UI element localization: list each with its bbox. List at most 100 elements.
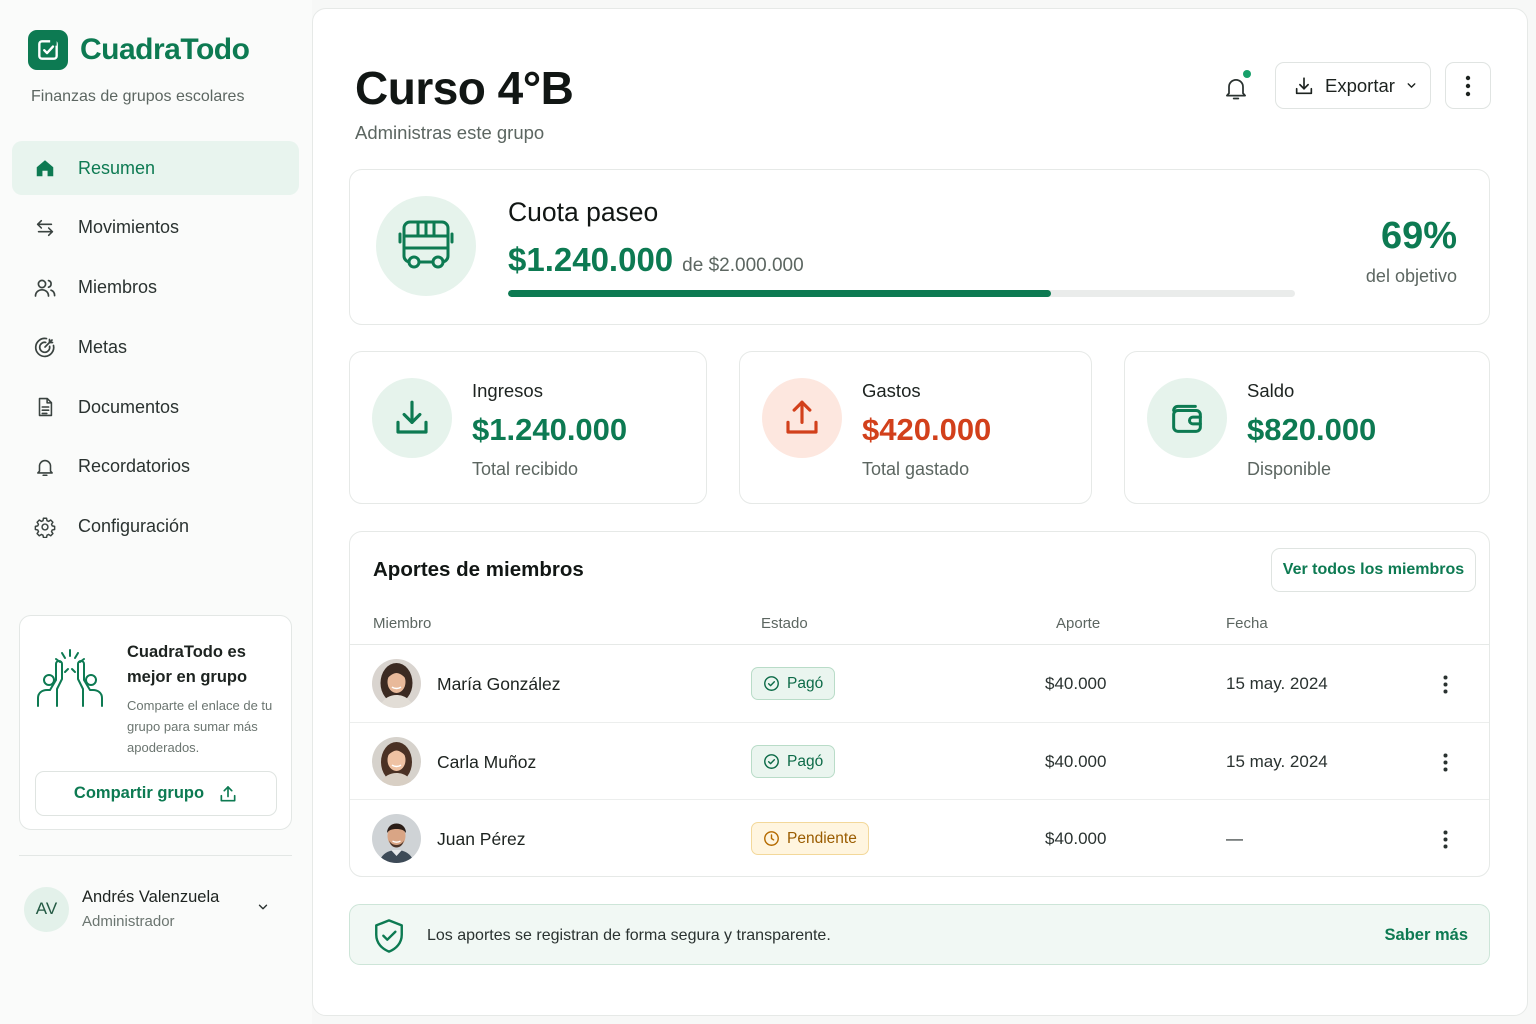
contribution-amount: $40.000: [1045, 674, 1107, 693]
status-badge: Pagó: [751, 745, 836, 778]
contribution-date: —: [1226, 829, 1243, 848]
contribution-amount: $40.000: [1045, 829, 1107, 848]
page-subtitle: Administras este grupo: [355, 122, 545, 143]
user-role: Administrador: [82, 913, 175, 930]
contribution-date: 15 may. 2024: [1226, 674, 1328, 693]
sidebar-item-movimientos[interactable]: Movimientos: [12, 201, 299, 255]
high-five-illustration-icon: [34, 646, 106, 708]
more-vertical-icon: [1465, 75, 1471, 97]
goal-title: Cuota paseo: [508, 197, 659, 227]
stat-sub: Total gastado: [862, 459, 970, 479]
user-name: Andrés Valenzuela: [82, 888, 220, 906]
promo-title: CuadraTodo es mejor en grupo: [127, 643, 248, 686]
stat-value: $420.000: [862, 412, 992, 447]
shield-check-icon: [372, 917, 406, 955]
member-name: Carla Muñoz: [437, 752, 537, 772]
avatar: AV: [24, 886, 69, 932]
notifications-button[interactable]: [1218, 70, 1254, 106]
download-icon: [372, 378, 452, 458]
more-options-button[interactable]: [1445, 62, 1491, 109]
user-account-menu[interactable]: AV Andrés Valenzuela Administrador: [24, 884, 284, 934]
contribution-date: 15 may. 2024: [1226, 752, 1328, 771]
table-row: Carla Muñoz Pagó $40.000 15 may. 2024: [350, 722, 1489, 799]
stat-label: Gastos: [862, 380, 921, 401]
balance-card: Saldo $820.000 Disponible: [1124, 351, 1490, 504]
sidebar-item-metas[interactable]: Metas: [12, 320, 299, 374]
view-all-members-button[interactable]: Ver todos los miembros: [1271, 548, 1476, 592]
share-promo-card: CuadraTodo es mejor en grupo Comparte el…: [19, 615, 292, 830]
download-icon: [1293, 75, 1315, 97]
clock-icon: [763, 830, 780, 847]
sidebar-item-configuracion[interactable]: Configuración: [12, 500, 299, 554]
sidebar-item-label: Metas: [78, 336, 128, 357]
more-vertical-icon: [1443, 753, 1448, 772]
promo-text: Comparte el enlace de tu grupo para suma…: [127, 698, 273, 755]
column-header-date: Fecha: [1226, 615, 1268, 632]
avatar: [372, 814, 421, 863]
more-vertical-icon: [1443, 675, 1448, 694]
security-info-banner: Los aportes se registran de forma segura…: [349, 904, 1490, 965]
member-name: María González: [437, 674, 561, 694]
export-label: Exportar: [1325, 74, 1395, 96]
column-header-status: Estado: [761, 615, 808, 632]
status-label: Pendiente: [787, 829, 857, 847]
sidebar-item-documentos[interactable]: Documentos: [12, 380, 299, 434]
export-button[interactable]: Exportar: [1275, 62, 1431, 109]
goal-amount-row: $1.240.000 de $2.000.000: [508, 241, 804, 279]
status-badge: Pendiente: [751, 822, 869, 855]
status-badge: Pagó: [751, 667, 836, 700]
sidebar-item-miembros[interactable]: Miembros: [12, 261, 299, 315]
sidebar-item-label: Miembros: [78, 277, 158, 298]
sidebar-item-label: Movimientos: [78, 217, 180, 238]
sidebar-item-recordatorios[interactable]: Recordatorios: [12, 440, 299, 494]
table-row: Juan Pérez Pendiente $40.000 —: [350, 799, 1489, 876]
logo-icon: [28, 30, 68, 70]
contribution-amount: $40.000: [1045, 752, 1107, 771]
sidebar-divider: [19, 855, 292, 856]
bus-icon: [376, 196, 476, 296]
main-panel: Curso 4°B Administras este grupo Exporta…: [312, 8, 1528, 1016]
user-info: Andrés Valenzuela Administrador: [82, 888, 219, 930]
home-icon: [33, 156, 57, 180]
row-options-button[interactable]: [1430, 824, 1460, 854]
share-group-button[interactable]: Compartir grupo: [35, 771, 277, 816]
brand[interactable]: CuadraTodo: [28, 30, 250, 70]
bell-icon: [33, 455, 57, 479]
upload-icon: [762, 378, 842, 458]
expenses-card: Gastos $420.000 Total gastado: [739, 351, 1092, 504]
column-header-member: Miembro: [373, 615, 432, 632]
learn-more-link[interactable]: Saber más: [1385, 926, 1468, 945]
stat-sub: Disponible: [1247, 459, 1332, 479]
bell-icon: [1222, 74, 1250, 102]
stat-value: $820.000: [1247, 412, 1377, 447]
check-circle-icon: [763, 675, 780, 692]
row-options-button[interactable]: [1430, 669, 1460, 699]
chevron-down-icon: [1405, 79, 1418, 92]
target-icon: [33, 335, 57, 359]
member-name: Juan Pérez: [437, 829, 526, 849]
table-row: María González Pagó $40.000 15 may. 2024: [350, 645, 1489, 722]
members-title: Aportes de miembros: [373, 558, 584, 581]
stat-label: Ingresos: [472, 380, 543, 401]
status-label: Pagó: [787, 752, 824, 770]
sidebar-item-label: Resumen: [78, 157, 156, 178]
sidebar-nav: Resumen Movimientos Miembros Metas Docum…: [12, 141, 299, 560]
sidebar-item-label: Documentos: [78, 396, 180, 417]
goal-percent: 69%: [1380, 215, 1457, 257]
check-circle-icon: [763, 753, 780, 770]
stat-label: Saldo: [1247, 380, 1295, 401]
stat-value: $1.240.000: [472, 412, 628, 447]
arrows-swap-icon: [33, 216, 57, 240]
share-group-label: Compartir grupo: [73, 784, 205, 802]
info-text: Los aportes se registran de forma segura…: [427, 927, 831, 944]
members-contributions-card: Aportes de miembros Ver todos los miembr…: [349, 531, 1490, 877]
stat-sub: Total recibido: [472, 459, 579, 479]
sidebar-item-label: Configuración: [78, 516, 190, 537]
chevron-down-icon: [256, 900, 270, 914]
sidebar-item-resumen[interactable]: Resumen: [12, 141, 299, 195]
income-card: Ingresos $1.240.000 Total recibido: [349, 351, 707, 504]
goal-progress-fill: [508, 290, 1052, 297]
brand-name: CuadraTodo: [80, 33, 250, 66]
row-options-button[interactable]: [1430, 747, 1460, 777]
sidebar-item-label: Recordatorios: [78, 456, 191, 477]
